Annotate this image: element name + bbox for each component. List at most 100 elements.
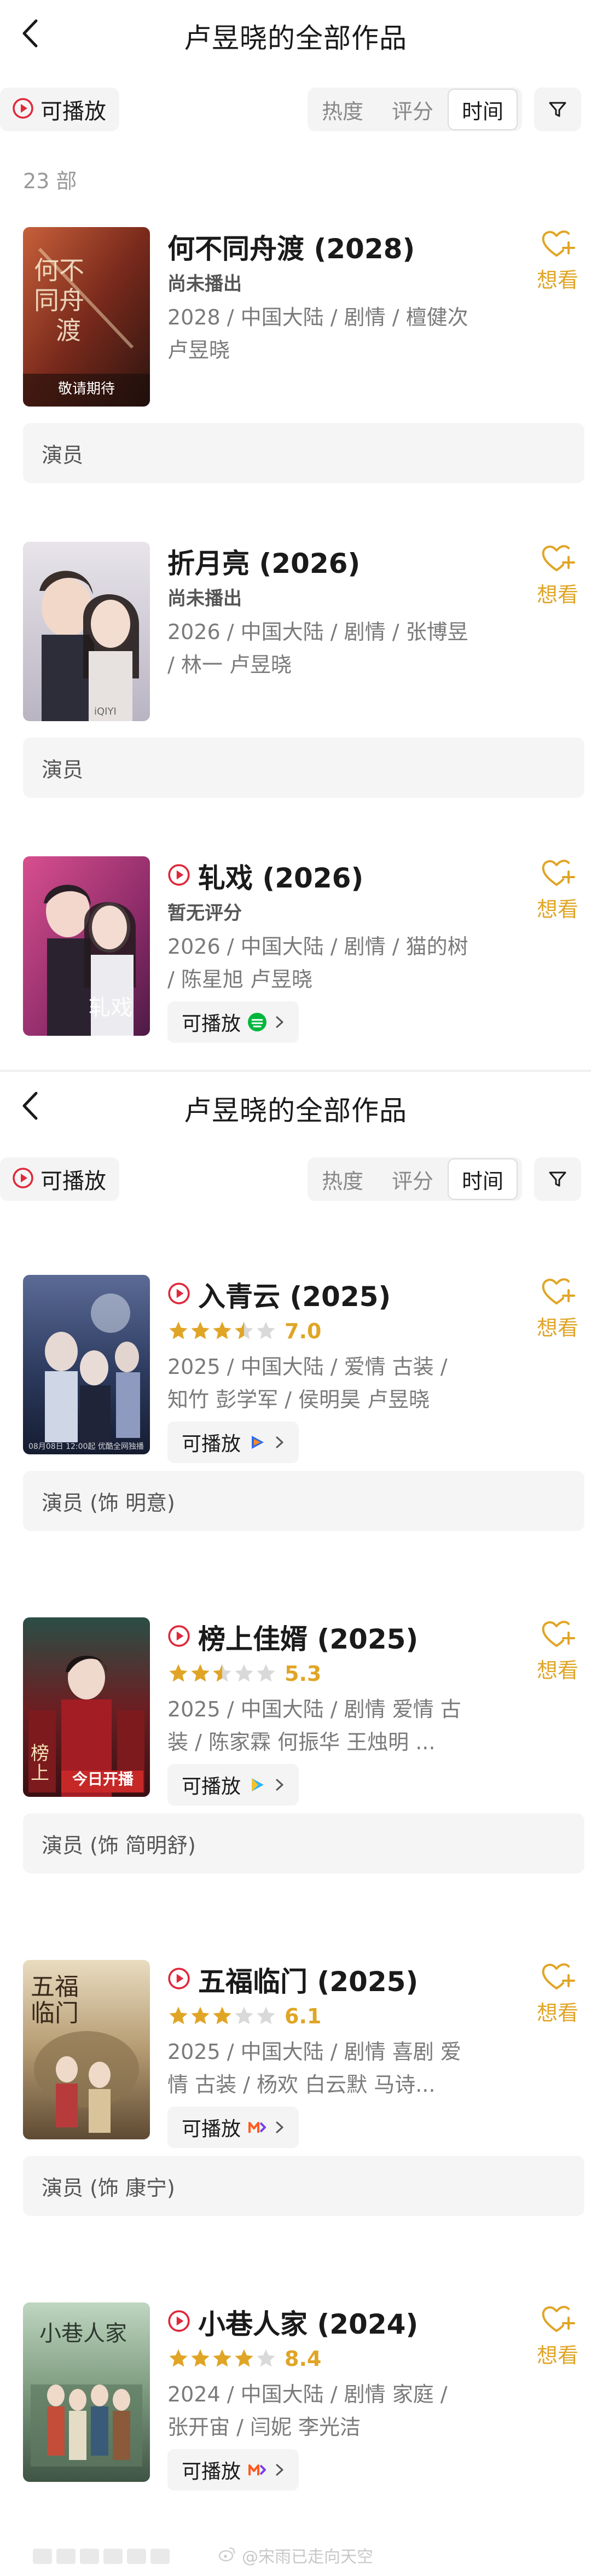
screen-1: 卢昱晓的全部作品 可播放 热度 评分 时间 23 部 何不 同舟 渡 敬请期待 — [0, 0, 591, 1072]
star-rating — [167, 1663, 277, 1685]
work-info: 轧戏 (2026) 暂无评分 2026 / 中国大陆 / 剧情 / 猫的树 / … — [167, 856, 474, 1043]
want-to-watch-button[interactable]: 想看 — [533, 228, 582, 293]
rating: 7.0 — [167, 1318, 474, 1345]
poster-image: 小巷人家 — [23, 2302, 150, 2482]
play-source-button[interactable]: 可播放 — [167, 1422, 299, 1463]
want-to-watch-button[interactable]: 想看 — [533, 1618, 582, 1684]
sort-segmented-control: 热度 评分 时间 — [308, 88, 522, 131]
star-full-icon — [191, 1664, 210, 1682]
want-to-watch-button[interactable]: 想看 — [533, 857, 582, 923]
works-count: 23 部 — [23, 169, 77, 193]
want-to-watch-label: 想看 — [536, 2343, 578, 2368]
funnel-icon — [549, 1171, 566, 1187]
filter-button[interactable] — [534, 88, 581, 131]
work-title[interactable]: 五福临门 (2025) — [198, 1960, 418, 1999]
playable-filter-label: 可播放 — [40, 99, 106, 124]
svg-text:榜: 榜 — [31, 1743, 49, 1765]
divider — [0, 1070, 591, 1072]
play-circle-icon — [167, 1282, 190, 1307]
role-box: 演员 (饰 明意) — [23, 1471, 584, 1531]
star-empty-icon — [257, 1664, 275, 1682]
work-meta: 2024 / 中国大陆 / 剧情 家庭 / 张开宙 / 闫妮 李光洁 — [167, 2382, 448, 2439]
heart-plus-icon — [542, 230, 575, 257]
playable-filter-chip[interactable]: 可播放 — [0, 1157, 119, 1201]
weibo-icon — [218, 2545, 236, 2566]
svg-text:渡: 渡 — [56, 316, 81, 345]
work-card[interactable]: 轧戏 轧戏 (2026) 暂无评分 2026 / 中国大陆 / 剧情 / 猫的树… — [0, 856, 591, 1064]
rating: 6.1 — [167, 2003, 474, 2030]
play-source-button[interactable]: 可播放 — [167, 2107, 299, 2148]
work-title[interactable]: 折月亮 (2026) — [167, 542, 360, 581]
rating-score: 6.1 — [285, 2004, 322, 2028]
star-rating — [167, 2005, 277, 2027]
play-source-label: 可播放 — [182, 2461, 241, 2483]
chevron-right-icon — [273, 2462, 287, 2478]
star-full-icon — [213, 1321, 231, 1339]
star-full-icon — [213, 2349, 231, 2367]
playable-filter-chip[interactable]: 可播放 — [0, 88, 119, 131]
work-card[interactable]: 榜 上 今日开播 榜上佳婿 (2025) 5.3 2025 / 中国大陆 / 剧… — [0, 1617, 591, 1880]
svg-text:08月08日 12:00起 优酷全网独播: 08月08日 12:00起 优酷全网独播 — [28, 1442, 144, 1451]
chevron-right-icon — [273, 1434, 287, 1451]
work-meta: 2025 / 中国大陆 / 爱情 古装 / 知竹 彭学军 / 侯明昊 卢昱晓 — [167, 1355, 448, 1412]
want-to-watch-button[interactable]: 想看 — [533, 2304, 582, 2369]
play-source-button[interactable]: 可播放 — [167, 1764, 299, 1806]
star-empty-icon — [257, 2006, 275, 2024]
chevron-right-icon — [273, 2119, 287, 2136]
role-box: 演员 (饰 康宁) — [23, 2156, 584, 2216]
work-card[interactable]: 何不 同舟 渡 敬请期待 何不同舟渡 (2028) 尚未播出 2028 / 中国… — [0, 227, 591, 501]
play-source-button[interactable]: 可播放 — [167, 1001, 299, 1043]
svg-text:五福: 五福 — [31, 1973, 79, 2001]
want-to-watch-button[interactable]: 想看 — [533, 543, 582, 608]
play-circle-icon — [167, 863, 190, 889]
poster-image: 榜 上 今日开播 — [23, 1617, 150, 1797]
work-info: 何不同舟渡 (2028) 尚未播出 2028 / 中国大陆 / 剧情 / 檀健次… — [167, 227, 474, 367]
play-source-button[interactable]: 可播放 — [167, 2449, 299, 2491]
sort-option-rating[interactable]: 评分 — [378, 1157, 448, 1201]
star-empty-icon — [257, 1321, 275, 1339]
svg-text:同舟: 同舟 — [34, 286, 84, 315]
poster-image: 轧戏 — [23, 856, 150, 1036]
work-title[interactable]: 何不同舟渡 (2028) — [167, 227, 415, 266]
star-full-icon — [169, 1321, 188, 1339]
heart-plus-icon — [542, 860, 575, 886]
work-card[interactable]: 08月08日 12:00起 优酷全网独播 入青云 (2025) 7.0 2025… — [0, 1275, 591, 1538]
star-full-icon — [169, 2006, 188, 2024]
star-full-icon — [235, 2349, 253, 2367]
work-title[interactable]: 入青云 (2025) — [198, 1275, 391, 1314]
svg-text:轧戏: 轧戏 — [89, 995, 132, 1020]
page-title: 卢昱晓的全部作品 — [184, 22, 407, 54]
watermark-text: @宋雨已走向天空 — [242, 2548, 373, 2567]
filter-button[interactable] — [534, 1157, 581, 1201]
poster-caption: 敬请期待 — [57, 381, 115, 397]
iqiyi-green-icon — [246, 1011, 268, 1033]
tab-bar-remnant — [33, 2549, 170, 2564]
work-status: 尚未播出 — [167, 588, 242, 610]
sort-option-hot[interactable]: 热度 — [308, 88, 378, 131]
star-empty-icon — [235, 2006, 253, 2024]
sort-option-hot[interactable]: 热度 — [308, 1157, 378, 1201]
work-meta: 2026 / 中国大陆 / 剧情 / 张博昱 / 林一 卢昱晓 — [167, 620, 468, 677]
sort-option-time[interactable]: 时间 — [448, 1158, 518, 1200]
work-meta: 2028 / 中国大陆 / 剧情 / 檀健次 卢昱晓 — [167, 305, 468, 362]
star-half-icon — [213, 1664, 231, 1682]
tencent-video-icon — [246, 1431, 268, 1453]
want-to-watch-button[interactable]: 想看 — [533, 1276, 582, 1341]
star-full-icon — [169, 1664, 188, 1682]
mgtv-icon — [246, 2116, 268, 2138]
play-circle-icon — [167, 1967, 190, 1992]
work-card[interactable]: iQIYI 折月亮 (2026) 尚未播出 2026 / 中国大陆 / 剧情 /… — [0, 542, 591, 815]
svg-text:iQIYI: iQIYI — [94, 706, 117, 717]
star-full-icon — [213, 2006, 231, 2024]
work-title[interactable]: 轧戏 (2026) — [198, 856, 363, 896]
sort-option-time[interactable]: 时间 — [448, 89, 518, 130]
work-meta: 2026 / 中国大陆 / 剧情 / 猫的树 / 陈星旭 卢昱晓 — [167, 935, 468, 991]
work-card[interactable]: 五福 临门 五福临门 (2025) 6.1 2025 / 中国大陆 / 剧情 喜… — [0, 1960, 591, 2223]
work-title[interactable]: 榜上佳婿 (2025) — [198, 1617, 418, 1657]
work-meta: 2025 / 中国大陆 / 剧情 爱情 古装 / 陈家霖 何振华 王烛明 ... — [167, 1697, 461, 1754]
work-title[interactable]: 小巷人家 (2024) — [198, 2302, 418, 2342]
header: 卢昱晓的全部作品 — [0, 0, 591, 71]
work-card[interactable]: 小巷人家 小巷人家 (2024) 8.4 2024 / 中国大陆 / 剧情 家庭… — [0, 2302, 591, 2510]
want-to-watch-button[interactable]: 想看 — [533, 1961, 582, 2026]
sort-option-rating[interactable]: 评分 — [378, 88, 448, 131]
